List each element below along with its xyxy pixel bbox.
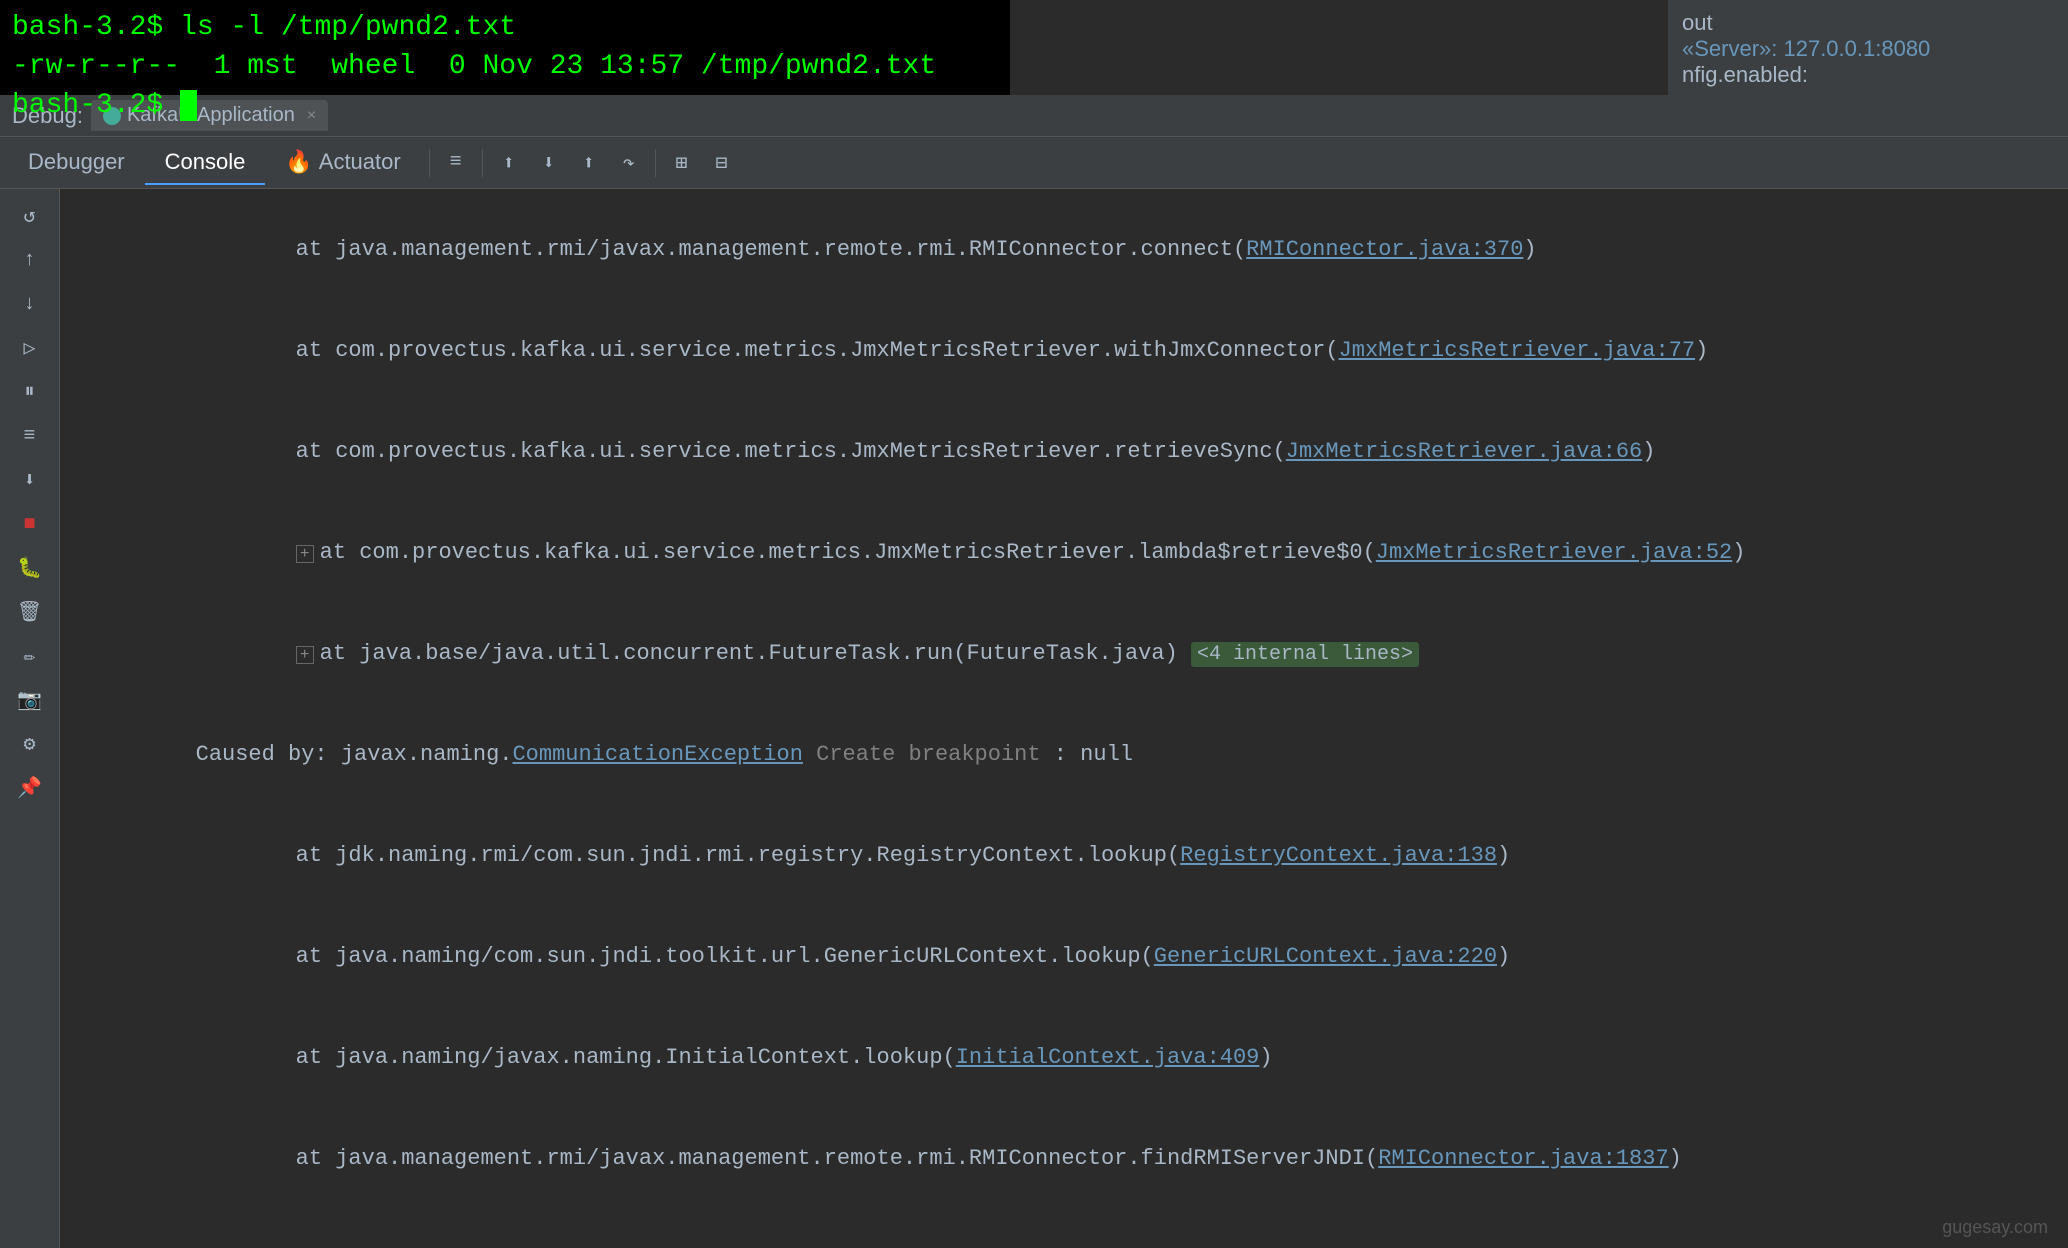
tab-console[interactable]: Console xyxy=(145,141,266,185)
refresh-icon[interactable]: ↺ xyxy=(11,197,49,235)
terminal: bash-3.2$ ls -l /tmp/pwnd2.txt -rw-r--r-… xyxy=(0,0,1010,95)
stack-line-4: +at com.provectus.kafka.ui.service.metri… xyxy=(60,502,2068,603)
step-into-btn[interactable]: ⬇ xyxy=(531,145,567,181)
link-jmx-77[interactable]: JmxMetricsRetriever.java:77 xyxy=(1339,338,1695,363)
link-jmx-52[interactable]: JmxMetricsRetriever.java:52 xyxy=(1376,540,1732,565)
expand-btn-2[interactable]: + xyxy=(296,646,314,664)
create-breakpoint-1[interactable]: Create breakpoint xyxy=(803,742,1054,767)
tab-actuator[interactable]: 🔥 Actuator xyxy=(265,141,420,185)
toolbar: Debugger Console 🔥 Actuator ≡ ⬆ ⬇ ⬆ ↷ ⊞ … xyxy=(0,137,2068,189)
edit-icon[interactable]: ✏ xyxy=(11,637,49,675)
right-panel: out «Server»: 127.0.0.1:8080 nfig.enable… xyxy=(1668,0,2068,95)
tab-debugger[interactable]: Debugger xyxy=(8,141,145,185)
pause-icon[interactable]: ⏸ xyxy=(11,373,49,411)
align-btn[interactable]: ⊟ xyxy=(704,145,740,181)
internal-lines-4: <4 internal lines> xyxy=(1191,642,1419,667)
flame-icon: 🔥 xyxy=(285,149,312,175)
stop-icon[interactable]: ■ xyxy=(11,505,49,543)
stack-line-8: at java.naming/com.sun.jndi.toolkit.url.… xyxy=(60,906,2068,1007)
stack-trace-panel: at java.management.rmi/javax.management.… xyxy=(60,189,2068,1248)
stack-line-2: at com.provectus.kafka.ui.service.metric… xyxy=(60,300,2068,401)
stack-line-3: at com.provectus.kafka.ui.service.metric… xyxy=(60,401,2068,502)
right-panel-line2: «Server»: 127.0.0.1:8080 xyxy=(1682,36,2054,62)
stack-line-1: at java.management.rmi/javax.management.… xyxy=(60,199,2068,300)
sep1 xyxy=(429,149,430,177)
link-registry-138[interactable]: RegistryContext.java:138 xyxy=(1180,843,1497,868)
link-jmx-66[interactable]: JmxMetricsRetriever.java:66 xyxy=(1286,439,1642,464)
right-panel-line1: out xyxy=(1682,10,2054,36)
stack-line-5: +at java.base/java.util.concurrent.Futur… xyxy=(60,603,2068,704)
camera-icon[interactable]: 📷 xyxy=(11,681,49,719)
bug-icon[interactable]: 🐛 xyxy=(11,549,49,587)
stack-line-11: at java.management.rmi/javax.management.… xyxy=(60,1209,2068,1248)
stack-line-10: at java.management.rmi/javax.management.… xyxy=(60,1108,2068,1209)
link-initial-409[interactable]: InitialContext.java:409 xyxy=(956,1045,1260,1070)
sidebar: ↺ ↑ ↓ ▷ ⏸ ≡ ⬇ ■ 🐛 🗑 ✏ 📷 ⚙ 📌 xyxy=(0,189,60,1248)
expand-btn-1[interactable]: + xyxy=(296,545,314,563)
link-rmiconnector-370[interactable]: RMIConnector.java:370 xyxy=(1246,237,1523,262)
watermark: gugesay.com xyxy=(1942,1217,2048,1238)
list-icon[interactable]: ≡ xyxy=(11,417,49,455)
grid-btn[interactable]: ⊞ xyxy=(664,145,700,181)
sep3 xyxy=(655,149,656,177)
trash-icon[interactable]: 🗑 xyxy=(11,593,49,631)
right-panel-line3: nfig.enabled: xyxy=(1682,62,2054,88)
up-icon[interactable]: ↑ xyxy=(11,241,49,279)
run-to-cursor-btn[interactable]: ↷ xyxy=(611,145,647,181)
link-generic-220[interactable]: GenericURLContext.java:220 xyxy=(1154,944,1497,969)
step-over-btn[interactable]: ⬆ xyxy=(491,145,527,181)
pin-icon[interactable]: 📌 xyxy=(11,769,49,807)
gear-icon[interactable]: ⚙ xyxy=(11,725,49,763)
terminal-line-3: bash-3.2$ xyxy=(12,86,998,125)
link-rmi-1837[interactable]: RMIConnector.java:1837 xyxy=(1378,1146,1668,1171)
main-content: ↺ ↑ ↓ ▷ ⏸ ≡ ⬇ ■ 🐛 🗑 ✏ 📷 ⚙ 📌 at java.mana… xyxy=(0,189,2068,1248)
play-icon[interactable]: ▷ xyxy=(11,329,49,367)
terminal-line-2: -rw-r--r-- 1 mst wheel 0 Nov 23 13:57 /t… xyxy=(12,47,998,86)
tab-navigation: Debugger Console 🔥 Actuator xyxy=(8,141,421,185)
step-out-btn[interactable]: ⬆ xyxy=(571,145,607,181)
down-icon[interactable]: ↓ xyxy=(11,285,49,323)
ide-window: Debug: KafkaUiApplication × Debugger Con… xyxy=(0,95,2068,1248)
terminal-line-1: bash-3.2$ ls -l /tmp/pwnd2.txt xyxy=(12,8,998,47)
stack-line-9: at java.naming/javax.naming.InitialConte… xyxy=(60,1007,2068,1108)
menu-btn[interactable]: ≡ xyxy=(438,145,474,181)
link-communication-ex[interactable]: CommunicationException xyxy=(512,742,802,767)
export-down-icon[interactable]: ⬇ xyxy=(11,461,49,499)
stack-line-7: at jdk.naming.rmi/com.sun.jndi.rmi.regis… xyxy=(60,805,2068,906)
sep2 xyxy=(482,149,483,177)
caused-by-1: Caused by: javax.naming.CommunicationExc… xyxy=(60,704,2068,805)
